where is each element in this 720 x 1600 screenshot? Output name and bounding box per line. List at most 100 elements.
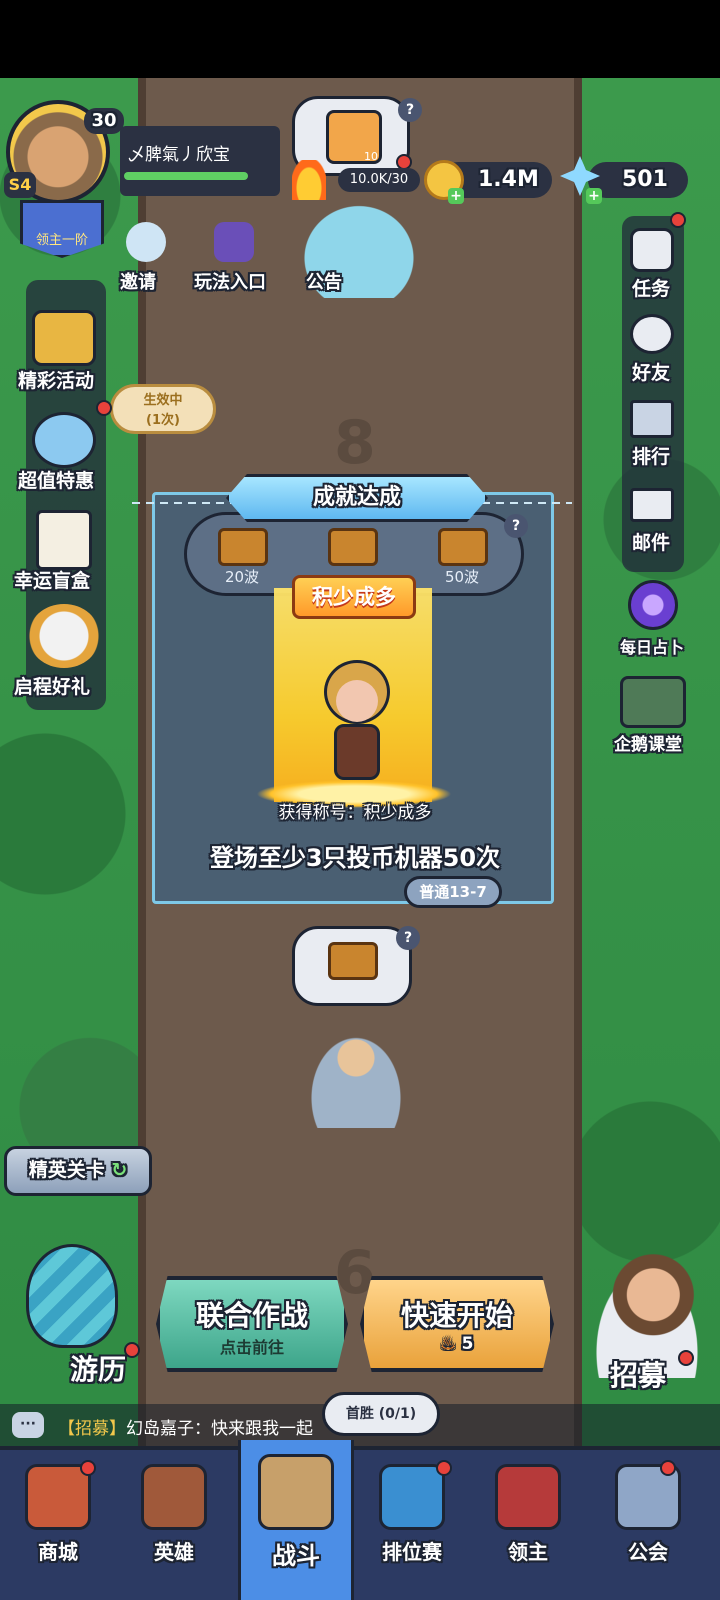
chat-bubble-icon[interactable]: ··· (12, 1412, 44, 1438)
penguin-class-icon[interactable] (620, 676, 686, 728)
invite-icon[interactable] (126, 222, 166, 262)
refresh-icon: ↻ (111, 1159, 128, 1181)
elite-label: 精英关卡 (28, 1159, 105, 1181)
chest-icon-2 (328, 528, 378, 566)
clock-icon[interactable] (32, 412, 96, 468)
mail-label[interactable]: 邮件 (632, 528, 670, 555)
treasure-icon[interactable] (32, 310, 96, 366)
notification-dot (96, 400, 112, 416)
friends-label[interactable]: 好友 (632, 358, 670, 385)
chat-tag: 【招募】 (58, 1419, 126, 1439)
enemy-character (304, 1028, 408, 1128)
treasure-chest-icon (328, 942, 378, 980)
tab-guild[interactable]: 公会 (588, 1450, 708, 1600)
lord-banner-icon (495, 1464, 561, 1530)
stage-label[interactable]: 普通13-7 (404, 876, 502, 908)
help-icon[interactable]: ? (396, 926, 420, 950)
notification-dot (670, 212, 686, 228)
hero-character (314, 660, 400, 790)
coop-title: 联合作战 (195, 1299, 308, 1332)
tab-lord-label: 领主 (508, 1540, 548, 1564)
coop-subtitle: 点击前往 (219, 1338, 284, 1357)
crossed-swords-icon (258, 1454, 334, 1530)
first-win-pill[interactable]: 首胜 (0/1) (322, 1392, 440, 1436)
tab-ranked-label: 排位赛 (382, 1540, 442, 1564)
xp-bar (124, 172, 248, 180)
rank-label: 领主一阶 (35, 233, 88, 248)
add-gold-icon[interactable]: + (448, 188, 464, 204)
notification-dot (660, 1460, 676, 1476)
award-text: 获得称号：积少成多 (278, 803, 432, 823)
title-badge: 积少成多 (292, 575, 416, 619)
friends-icon[interactable] (630, 314, 674, 354)
flame-icon (292, 160, 326, 200)
gold-amount: 1.4M (478, 167, 539, 192)
guide-label[interactable]: 玩法入口 (194, 268, 266, 294)
events-label[interactable]: 精彩活动 (18, 366, 94, 393)
tab-battle-label: 战斗 (272, 1542, 320, 1570)
invite-label[interactable]: 邀请 (120, 268, 156, 294)
energy-counter: 10.0K/30 (338, 168, 420, 192)
chest-icon-3 (438, 528, 488, 566)
crystal-ball-icon[interactable] (628, 580, 678, 630)
notice-label[interactable]: 公告 (306, 268, 342, 294)
gamepad-icon[interactable] (214, 222, 254, 262)
notification-dot (124, 1342, 140, 1358)
quick-start-button[interactable]: 快速开始 ♨ 5 (360, 1276, 554, 1372)
notification-dot (678, 1350, 694, 1366)
mail-icon[interactable] (630, 488, 674, 522)
leaderboard-icon[interactable] (630, 400, 674, 438)
player-level: 30 (84, 108, 124, 134)
status-bar (0, 0, 720, 78)
active-count: (1次) (146, 413, 180, 428)
tab-shop-label: 商城 (38, 1540, 78, 1564)
divination-label[interactable]: 每日占卜 (620, 634, 684, 658)
elite-stage-button[interactable]: 精英关卡 ↻ (4, 1146, 152, 1196)
tab-ranked[interactable]: 排位赛 (354, 1450, 470, 1600)
notification-dot (80, 1460, 96, 1476)
travel-label[interactable]: 游历 (70, 1348, 126, 1388)
coop-battle-button[interactable]: 联合作战 点击前往 (156, 1276, 348, 1372)
tab-shop[interactable]: 商城 (0, 1450, 116, 1600)
season-badge: S4 (4, 172, 36, 198)
achievement-banner: 成就达成 (226, 474, 488, 522)
active-buff-pill[interactable]: 生效中 (1次) (110, 384, 216, 434)
chest-label-1: 20波 (224, 568, 260, 586)
tab-guild-label: 公会 (628, 1540, 668, 1564)
gem-display[interactable]: 501 (588, 162, 688, 198)
flame-small-icon: ♨ (440, 1334, 456, 1354)
tasks-label[interactable]: 任务 (632, 274, 670, 301)
gem-amount: 501 (622, 167, 668, 192)
ranking-label[interactable]: 排行 (632, 442, 670, 469)
chest-icon-1 (218, 528, 268, 566)
quick-title: 快速开始 (400, 1299, 513, 1332)
help-icon-chests[interactable]: ? (504, 514, 528, 538)
player-name: 乄脾氣丿欣宝 (128, 145, 230, 165)
help-icon-top[interactable]: ? (398, 98, 422, 122)
chest-label-3: 50波 (444, 568, 480, 586)
deals-label[interactable]: 超值特惠 (18, 466, 94, 493)
recruit-label[interactable]: 招募 (610, 1354, 666, 1394)
shop-icon (25, 1464, 91, 1530)
chat-message[interactable]: 【招募】幻岛嘉子：快来跟我一起 (58, 1414, 313, 1439)
shield-icon (379, 1464, 445, 1530)
griffin-icon[interactable] (28, 604, 100, 668)
balloon-icon[interactable] (26, 1244, 118, 1348)
blind-box-label[interactable]: 幸运盲盒 (14, 566, 90, 593)
task-icon[interactable] (630, 228, 674, 272)
active-label: 生效中 (143, 393, 183, 408)
clover-card-icon[interactable] (36, 510, 92, 570)
tab-lord[interactable]: 领主 (470, 1450, 586, 1600)
chat-text: 幻岛嘉子：快来跟我一起 (126, 1419, 313, 1439)
tab-heroes-label: 英雄 (154, 1540, 194, 1564)
tab-heroes[interactable]: 英雄 (116, 1450, 232, 1600)
journey-gift-label[interactable]: 启程好礼 (14, 672, 90, 699)
tab-battle[interactable]: 战斗 (238, 1440, 354, 1600)
add-gem-icon[interactable]: + (586, 188, 602, 204)
hero-card-icon (141, 1464, 207, 1530)
crate-count: 10 (364, 150, 378, 163)
class-label[interactable]: 企鹅课堂 (614, 730, 682, 755)
stage-number-upper: 8 (334, 408, 376, 478)
achievement-description: 登场至少3只投币机器50次 (209, 844, 501, 872)
notification-dot (436, 1460, 452, 1476)
